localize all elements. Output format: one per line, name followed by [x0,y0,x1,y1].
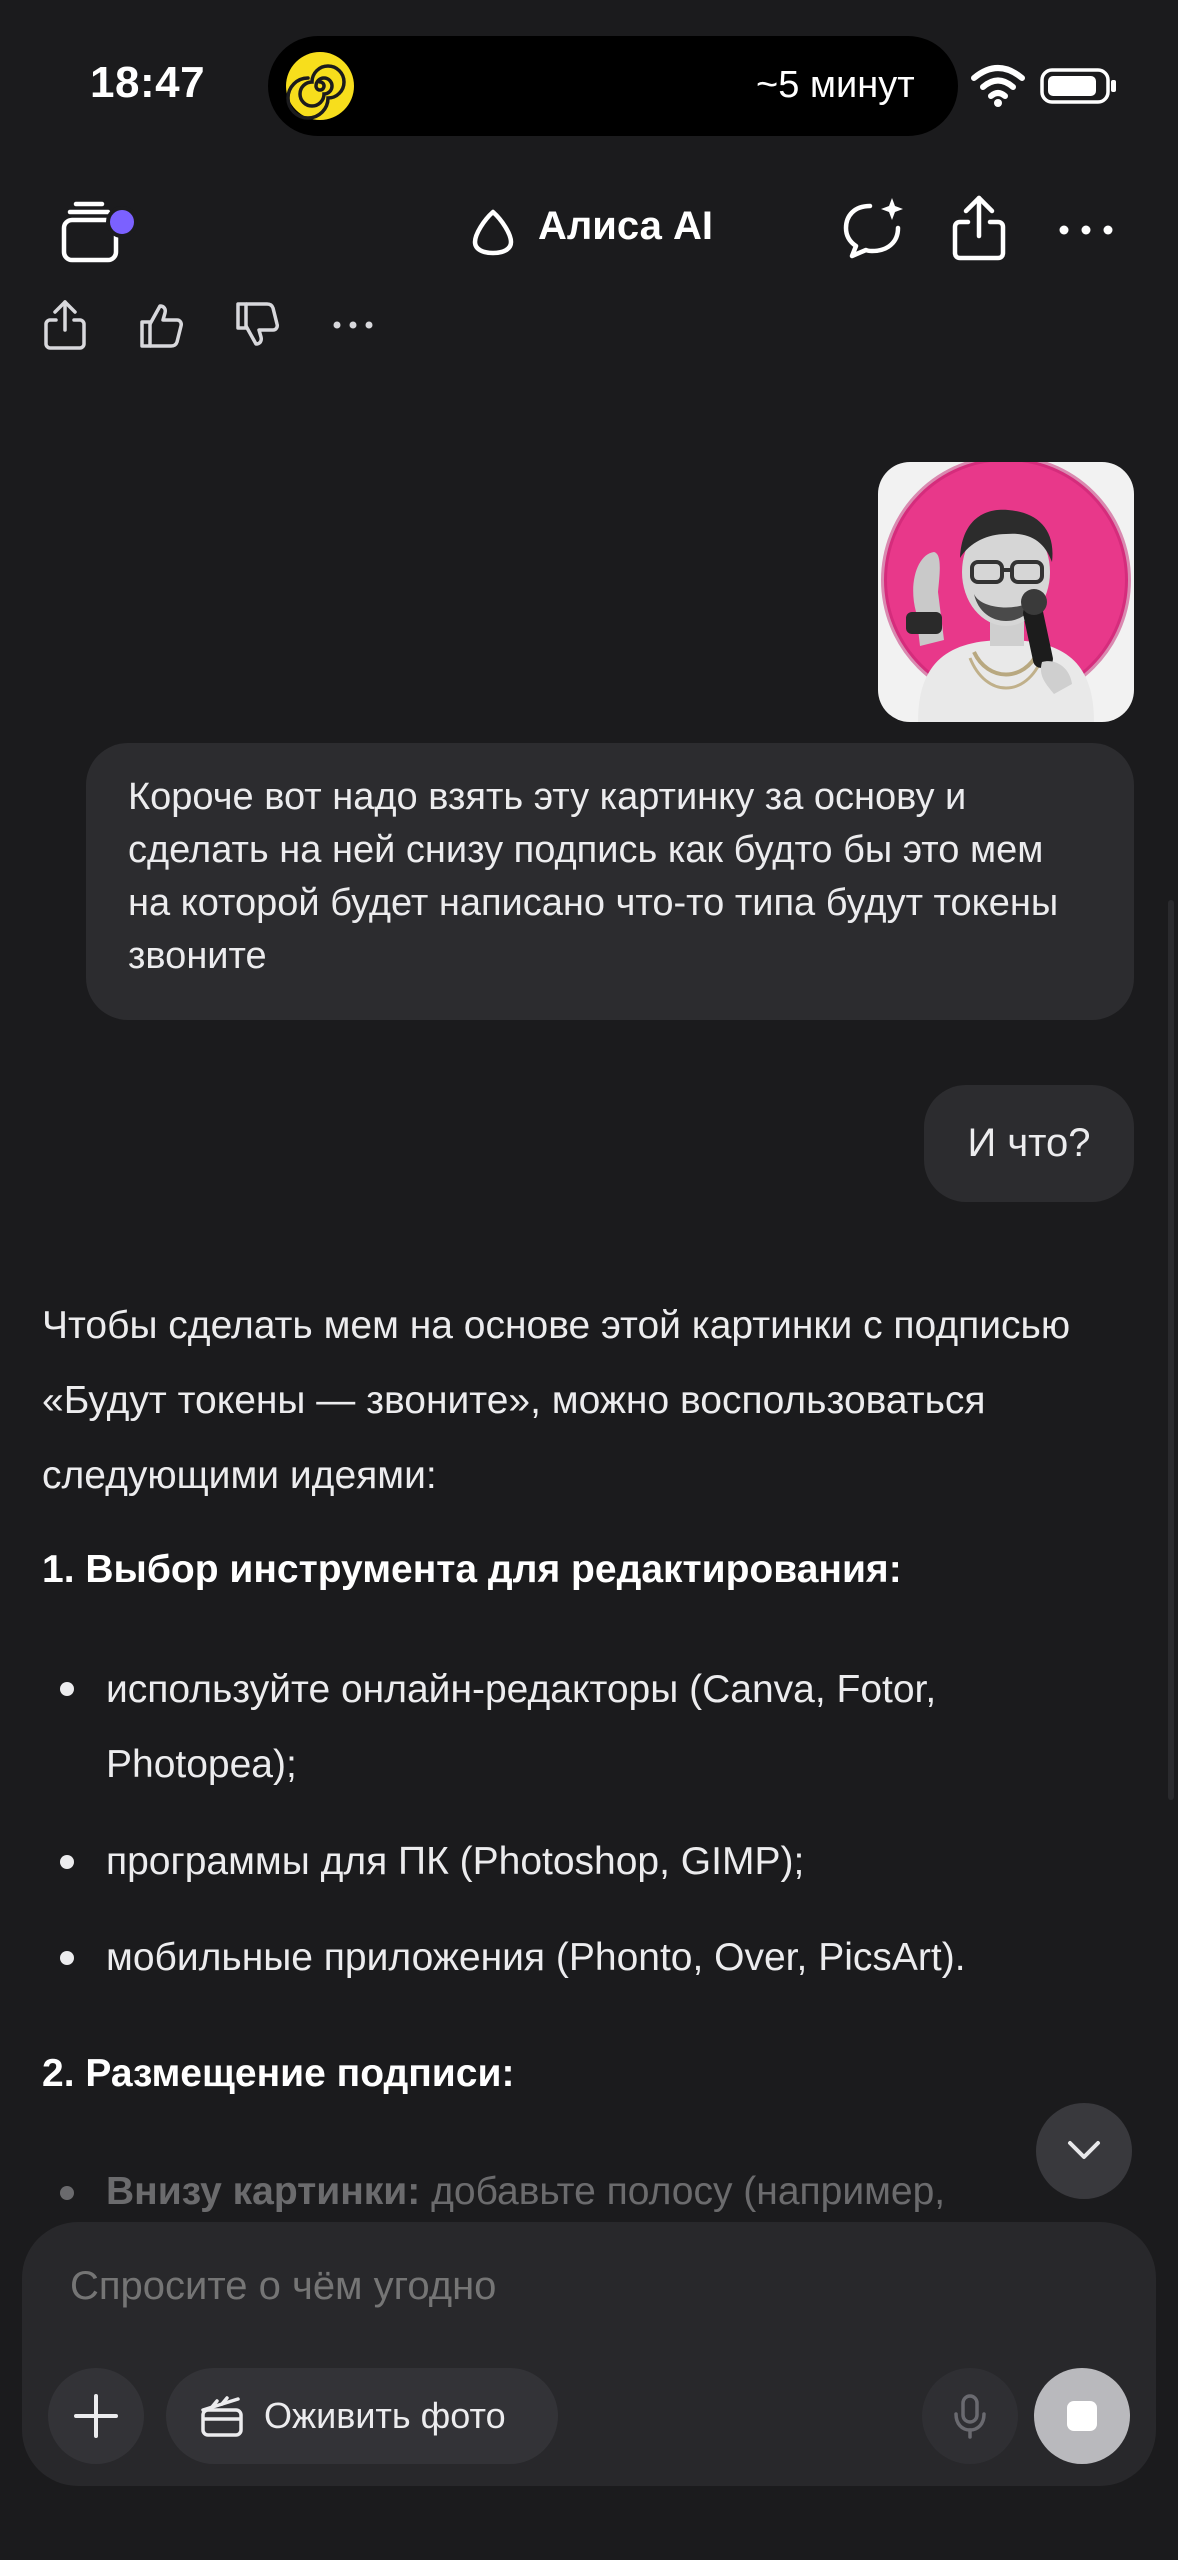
list-item-text: добавьте полосу (например, [420,2170,946,2213]
stop-button[interactable] [1034,2368,1130,2464]
page-title: Алиса AI [538,204,713,248]
message-input[interactable] [70,2264,870,2309]
more-icon[interactable] [326,298,380,352]
section-heading: 2. Размещение подписи: [42,2052,515,2095]
activity-time: ~5 минут [756,64,915,106]
more-icon[interactable] [1056,200,1116,260]
animate-photo-button[interactable]: Оживить фото [166,2368,558,2464]
list-item: программы для ПК (Photoshop, GIMP); [106,1840,805,1883]
answer-intro: Чтобы сделать мем на основе этой картинк… [42,1304,1071,1497]
wifi-icon [971,65,1025,107]
section-heading: 1. Выбор инструмента для редактирования: [42,1548,902,1591]
share-icon[interactable] [950,194,1008,262]
scrollbar[interactable] [1168,900,1174,1800]
list-item: Внизу картинки: добавьте полосу (наприме… [106,2154,1066,2229]
microphone-icon [954,2394,986,2439]
share-icon[interactable] [38,298,92,352]
new-chat-icon[interactable] [840,196,910,262]
bullet-dot [60,2186,74,2200]
unread-dot [106,206,138,238]
bullet-dot [60,1855,74,1869]
chevron-down-icon [1068,2141,1100,2159]
scroll-down-button[interactable] [1036,2103,1132,2199]
clapperboard-icon [201,2396,243,2437]
user-message: Короче вот надо взять эту картинку за ос… [86,743,1134,1020]
spiral-icon [286,52,354,120]
list-item-bold: Внизу картинки: [106,2170,421,2213]
animate-photo-label: Оживить фото [264,2395,506,2436]
bullet-dot [60,1682,74,1696]
voice-button[interactable] [922,2368,1018,2464]
status-time: 18:47 [90,58,206,107]
attached-photo[interactable] [878,462,1134,722]
user-message-short: И что? [924,1085,1134,1202]
list-item: мобильные приложения (Phonto, Over, Pics… [106,1936,966,1979]
attach-button[interactable] [48,2368,144,2464]
bullet-dot [60,1951,74,1965]
alice-logo-icon [472,209,514,256]
stop-icon [1067,2401,1097,2431]
thumbs-down-icon[interactable] [230,298,284,352]
thumbs-up-icon[interactable] [134,298,188,352]
battery-icon [1040,68,1116,104]
plus-icon [74,2394,118,2438]
list-item: используйте онлайн-редакторы (Canva, Fot… [106,1668,937,1786]
